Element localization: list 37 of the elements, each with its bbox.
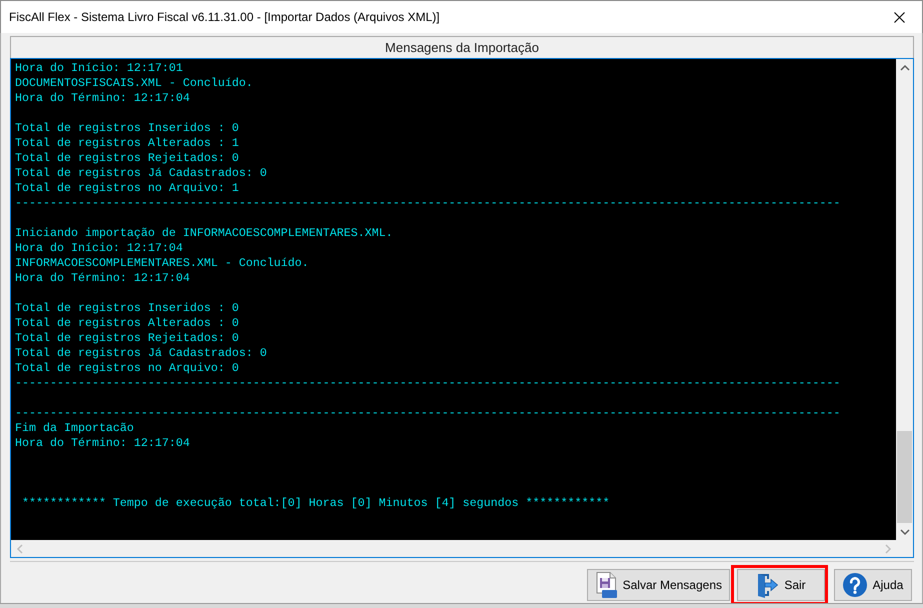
console-line: ************ Tempo de execução total:[0] Horas [0] Minutos [4] segundos ************	[20, 496, 611, 511]
console-line: Total de registros Já Cadastrados: 0	[15, 166, 268, 181]
dashed-separator: ----------------------------------------------------------------------------------------------------------------------	[15, 406, 842, 421]
chevron-right-icon	[884, 544, 892, 554]
console-line: Fim da Importacão	[15, 421, 135, 436]
console-line: Total de registros Inseridos : 0	[15, 301, 240, 316]
save-messages-button[interactable]: Salvar Mensagens	[586, 569, 730, 601]
exit-button[interactable]: Sair	[737, 569, 825, 601]
console-line: Hora do Término: 12:17:04	[15, 271, 191, 286]
chevron-left-icon	[16, 544, 24, 554]
console-line: Total de registros Alterados : 0	[15, 316, 240, 331]
console-line: Total de registros no Arquivo: 1	[15, 181, 240, 196]
console-line: Total de registros Rejeitados: 0	[15, 151, 240, 166]
close-icon	[894, 12, 904, 22]
console-line: Total de registros Rejeitados: 0	[15, 331, 240, 346]
chevron-up-icon	[900, 64, 910, 72]
console-line: Total de registros Inseridos : 0	[15, 121, 240, 136]
console-line: Hora do Início: 12:17:01	[15, 61, 184, 76]
console-line: DOCUMENTOSFISCAIS.XML - Concluído.	[15, 76, 254, 91]
help-button[interactable]: Ajuda	[834, 569, 912, 601]
dashed-separator: ----------------------------------------------------------------------------------------------------------------------	[15, 376, 842, 391]
help-icon	[842, 573, 867, 597]
console-line: Iniciando importação de INFORMACOESCOMPLEMENTARES.XML.	[15, 226, 394, 241]
panel-header: Mensagens da Importação	[10, 36, 914, 58]
chevron-down-icon	[900, 528, 910, 536]
console-line: Total de registros Já Cadastrados: 0	[15, 346, 268, 361]
door-exit-icon	[756, 572, 778, 598]
console-line: Total de registros no Arquivo: 0	[15, 361, 240, 376]
console-line: Hora do Início: 12:17:04	[15, 241, 184, 256]
console-line: Hora do Término: 12:17:04	[15, 91, 191, 106]
console-line: Total de registros Alterados : 1	[15, 136, 240, 151]
dashed-separator: ----------------------------------------------------------------------------------------------------------------------	[15, 196, 842, 211]
window-title: FiscAll Flex - Sistema Livro Fiscal v6.11.31.00 - [Importar Dados (Arquivos XML)]	[9, 10, 441, 24]
scrollbar-thumb[interactable]	[897, 431, 912, 523]
console-line: INFORMACOESCOMPLEMENTARES.XML - Concluído.	[15, 256, 310, 271]
floppy-document-icon	[594, 572, 617, 598]
console-line: Hora do Término: 12:17:04	[15, 436, 191, 451]
